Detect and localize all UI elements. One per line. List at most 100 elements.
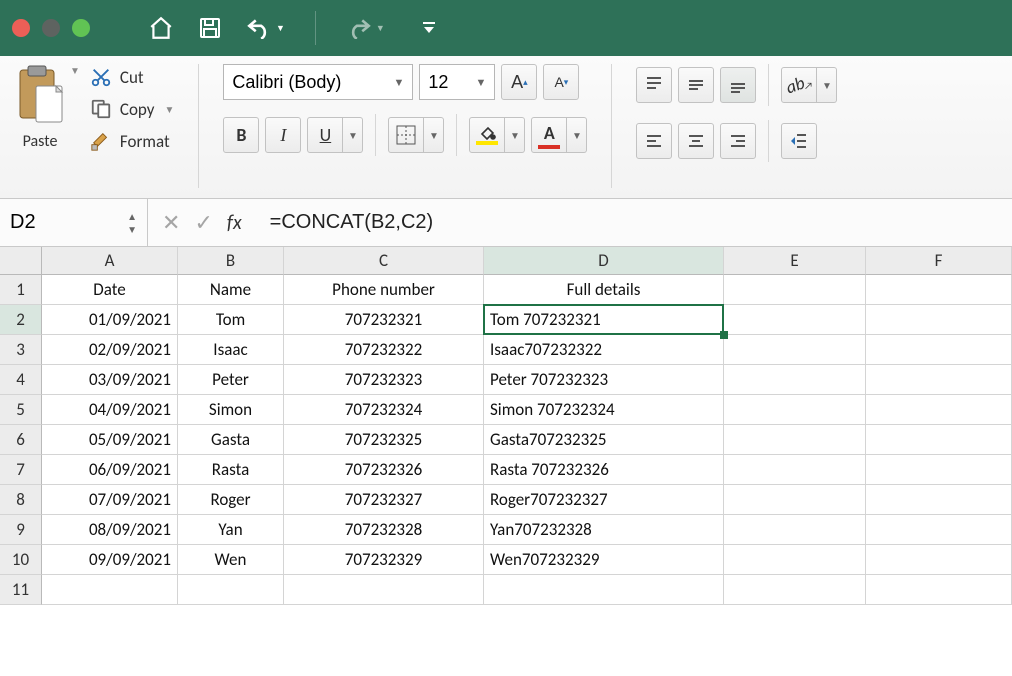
cell-F9[interactable]: [866, 515, 1012, 545]
align-top-button[interactable]: [636, 67, 672, 103]
row-header-7[interactable]: 7: [0, 455, 42, 485]
name-box-input[interactable]: [10, 211, 127, 234]
cell-D9[interactable]: Yan707232328: [484, 515, 724, 545]
cell-D6[interactable]: Gasta707232325: [484, 425, 724, 455]
borders-dropdown[interactable]: ▼: [424, 117, 444, 153]
cell-F4[interactable]: [866, 365, 1012, 395]
column-header-E[interactable]: E: [724, 247, 866, 275]
row-header-9[interactable]: 9: [0, 515, 42, 545]
cell-C2[interactable]: 707232321: [284, 305, 484, 335]
font-size-input[interactable]: [428, 72, 469, 93]
font-name-combo[interactable]: ▼: [223, 64, 413, 100]
font-name-input[interactable]: [232, 72, 387, 93]
cell-E6[interactable]: [724, 425, 866, 455]
cell-C7[interactable]: 707232326: [284, 455, 484, 485]
select-all-corner[interactable]: [0, 247, 42, 275]
column-header-D[interactable]: D: [484, 247, 724, 275]
decrease-indent-button[interactable]: [781, 123, 817, 159]
cell-D10[interactable]: Wen707232329: [484, 545, 724, 575]
cell-B3[interactable]: Isaac: [178, 335, 284, 365]
align-bottom-button[interactable]: [720, 67, 756, 103]
cell-F8[interactable]: [866, 485, 1012, 515]
cell-F5[interactable]: [866, 395, 1012, 425]
cell-B11[interactable]: [178, 575, 284, 605]
italic-button[interactable]: I: [265, 117, 301, 153]
cell-C10[interactable]: 707232329: [284, 545, 484, 575]
cell-A9[interactable]: 08/09/2021: [42, 515, 178, 545]
column-header-C[interactable]: C: [284, 247, 484, 275]
cell-E2[interactable]: [724, 305, 866, 335]
row-header-2[interactable]: 2: [0, 305, 42, 335]
row-header-1[interactable]: 1: [0, 275, 42, 305]
cell-B5[interactable]: Simon: [178, 395, 284, 425]
save-icon[interactable]: [198, 16, 222, 40]
format-painter-button[interactable]: Format: [90, 130, 174, 152]
cell-E3[interactable]: [724, 335, 866, 365]
cell-B9[interactable]: Yan: [178, 515, 284, 545]
cell-E8[interactable]: [724, 485, 866, 515]
align-left-button[interactable]: [636, 123, 672, 159]
spreadsheet-grid[interactable]: ABCDEF1DateNamePhone numberFull details2…: [0, 247, 1012, 605]
name-box[interactable]: ▲▼: [0, 199, 148, 246]
column-header-B[interactable]: B: [178, 247, 284, 275]
customize-quick-access-icon[interactable]: [421, 20, 437, 36]
bold-button[interactable]: B: [223, 117, 259, 153]
cell-C1[interactable]: Phone number: [284, 275, 484, 305]
cell-C8[interactable]: 707232327: [284, 485, 484, 515]
name-box-stepper[interactable]: ▲▼: [127, 210, 137, 236]
cell-B2[interactable]: Tom: [178, 305, 284, 335]
column-header-A[interactable]: A: [42, 247, 178, 275]
align-center-button[interactable]: [678, 123, 714, 159]
cell-F2[interactable]: [866, 305, 1012, 335]
align-middle-button[interactable]: [678, 67, 714, 103]
cell-E7[interactable]: [724, 455, 866, 485]
cell-D2[interactable]: Tom 707232321: [484, 305, 724, 335]
cell-D3[interactable]: Isaac707232322: [484, 335, 724, 365]
cell-B4[interactable]: Peter: [178, 365, 284, 395]
confirm-formula-icon[interactable]: ✓: [194, 209, 212, 236]
font-size-combo[interactable]: ▼: [419, 64, 495, 100]
row-header-11[interactable]: 11: [0, 575, 42, 605]
borders-button[interactable]: [388, 117, 424, 153]
cell-B8[interactable]: Roger: [178, 485, 284, 515]
cell-F1[interactable]: [866, 275, 1012, 305]
formula-input[interactable]: [260, 199, 1012, 246]
cell-C3[interactable]: 707232322: [284, 335, 484, 365]
cell-A1[interactable]: Date: [42, 275, 178, 305]
cell-B6[interactable]: Gasta: [178, 425, 284, 455]
cell-A6[interactable]: 05/09/2021: [42, 425, 178, 455]
cell-F6[interactable]: [866, 425, 1012, 455]
cell-B7[interactable]: Rasta: [178, 455, 284, 485]
cell-F10[interactable]: [866, 545, 1012, 575]
chevron-down-icon[interactable]: ▼: [470, 76, 487, 89]
cell-E1[interactable]: [724, 275, 866, 305]
fill-handle[interactable]: [720, 331, 728, 339]
cell-F3[interactable]: [866, 335, 1012, 365]
row-header-10[interactable]: 10: [0, 545, 42, 575]
row-header-6[interactable]: 6: [0, 425, 42, 455]
cell-E4[interactable]: [724, 365, 866, 395]
cell-B10[interactable]: Wen: [178, 545, 284, 575]
decrease-font-button[interactable]: A▾: [543, 64, 579, 100]
fx-icon[interactable]: fx: [227, 211, 246, 235]
cell-A11[interactable]: [42, 575, 178, 605]
cell-B1[interactable]: Name: [178, 275, 284, 305]
cell-A7[interactable]: 06/09/2021: [42, 455, 178, 485]
row-header-5[interactable]: 5: [0, 395, 42, 425]
cell-A3[interactable]: 02/09/2021: [42, 335, 178, 365]
paste-dropdown[interactable]: ▼: [70, 64, 80, 77]
orientation-dropdown[interactable]: ▼: [817, 67, 837, 103]
row-header-4[interactable]: 4: [0, 365, 42, 395]
column-header-F[interactable]: F: [866, 247, 1012, 275]
cell-C5[interactable]: 707232324: [284, 395, 484, 425]
minimize-window[interactable]: [42, 19, 60, 37]
cell-A8[interactable]: 07/09/2021: [42, 485, 178, 515]
font-color-button[interactable]: A: [531, 117, 567, 153]
copy-button[interactable]: Copy ▼: [90, 98, 174, 120]
maximize-window[interactable]: [72, 19, 90, 37]
cell-D11[interactable]: [484, 575, 724, 605]
cell-C11[interactable]: [284, 575, 484, 605]
cell-F11[interactable]: [866, 575, 1012, 605]
chevron-down-icon[interactable]: ▼: [388, 76, 405, 89]
cell-D8[interactable]: Roger707232327: [484, 485, 724, 515]
